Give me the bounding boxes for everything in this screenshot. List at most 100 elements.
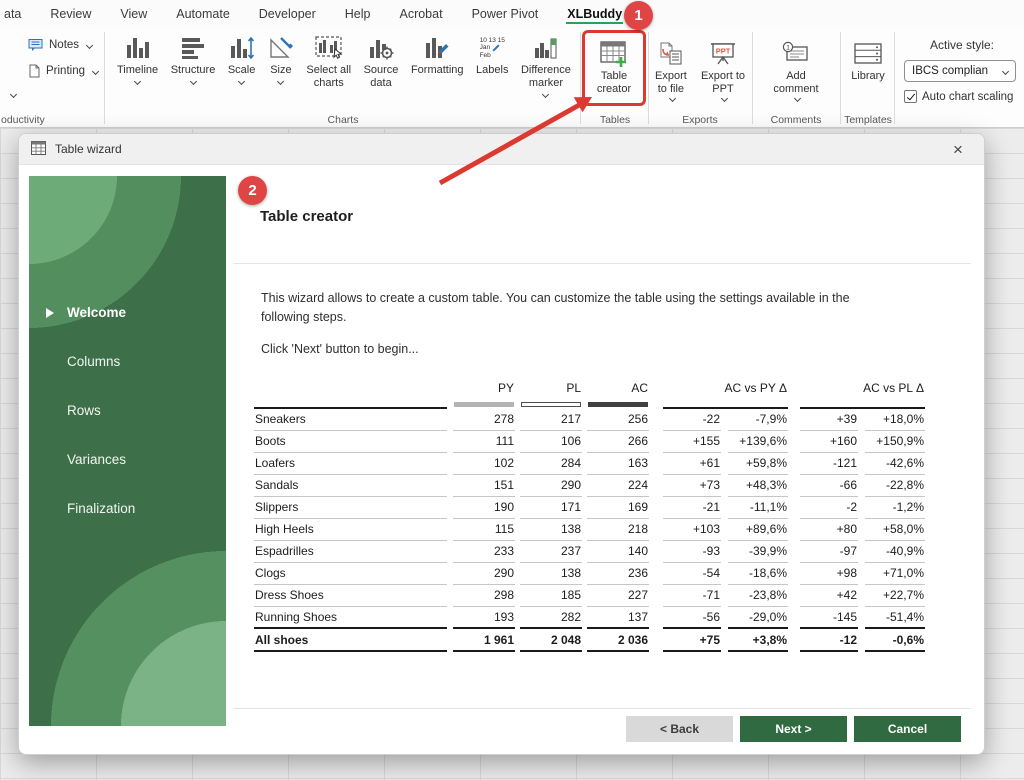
table-cell: 193 bbox=[453, 606, 515, 628]
table-cell: +73 bbox=[663, 474, 721, 496]
labels-button[interactable]: 10 13 15 Jan Feb Labels bbox=[473, 30, 511, 97]
table-cell: -51,4% bbox=[865, 606, 925, 628]
table-cell: +98 bbox=[800, 562, 858, 584]
table-cell bbox=[721, 474, 728, 496]
add-comment-icon: 1 bbox=[781, 38, 811, 70]
corner-cell bbox=[254, 377, 447, 399]
timeline-button[interactable]: Timeline bbox=[114, 30, 161, 97]
row-label: Boots bbox=[254, 430, 447, 452]
table-cell: 111 bbox=[453, 430, 515, 452]
chevron-down-icon bbox=[669, 95, 676, 102]
scale-button[interactable]: Scale bbox=[225, 30, 259, 97]
chevron-down-icon bbox=[542, 91, 549, 98]
add-comment-button[interactable]: 1 Add comment bbox=[762, 36, 830, 101]
group-label-exports: Exports bbox=[650, 114, 750, 126]
table-cell bbox=[649, 518, 663, 540]
table-cell: -71 bbox=[663, 584, 721, 606]
menu-tab-developer[interactable]: Developer bbox=[258, 4, 317, 24]
group-label-tables: Tables bbox=[582, 114, 648, 126]
chevron-down-icon bbox=[721, 95, 728, 102]
table-cell bbox=[858, 408, 865, 430]
dialog-title-bar[interactable]: Table wizard bbox=[19, 134, 984, 165]
table-cell: 137 bbox=[587, 606, 649, 628]
table-cell bbox=[721, 606, 728, 628]
chevron-down-icon[interactable] bbox=[10, 91, 17, 98]
annotation-badge-1: 1 bbox=[624, 1, 653, 30]
menu-tab-ata[interactable]: ata bbox=[3, 4, 22, 24]
row-label: Sneakers bbox=[254, 408, 447, 430]
menu-tab-acrobat[interactable]: Acrobat bbox=[398, 4, 443, 24]
sidebar-item-label: Welcome bbox=[67, 305, 126, 320]
chevron-down-icon bbox=[134, 78, 141, 85]
sidebar-item-finalization[interactable]: Finalization bbox=[29, 484, 226, 533]
menu-tab-help[interactable]: Help bbox=[344, 4, 372, 24]
table-cell bbox=[649, 408, 663, 430]
select-all-charts-button[interactable]: Select all charts bbox=[303, 30, 354, 97]
chevron-down-icon bbox=[277, 78, 284, 85]
menu-tab-automate[interactable]: Automate bbox=[175, 4, 231, 24]
table-cell: -18,6% bbox=[728, 562, 788, 584]
table-cell: 266 bbox=[587, 430, 649, 452]
group-label-comments: Comments bbox=[754, 114, 838, 126]
table-cell: 169 bbox=[587, 496, 649, 518]
source-data-button[interactable]: Source data bbox=[361, 30, 402, 97]
formatting-button[interactable]: Formatting bbox=[408, 30, 467, 97]
table-cell bbox=[649, 496, 663, 518]
menu-tab-review[interactable]: Review bbox=[49, 4, 92, 24]
label-underline bbox=[254, 399, 447, 408]
row-label: Loafers bbox=[254, 452, 447, 474]
auto-chart-scaling-label: Auto chart scaling bbox=[922, 91, 1013, 103]
excel-tab-bar: ata Review View Automate Developer Help Acroba… bbox=[0, 0, 1024, 28]
table-cell: -7,9% bbox=[728, 408, 788, 430]
ribbon-group-style: Active style: IBCS complian Auto chart s… bbox=[898, 28, 1024, 128]
active-style-dropdown[interactable]: IBCS complian bbox=[904, 60, 1016, 82]
sidebar-item-variances[interactable]: Variances bbox=[29, 435, 226, 484]
sidebar-item-welcome[interactable]: Welcome bbox=[29, 288, 226, 337]
table-cell bbox=[858, 628, 865, 651]
table-cell: +61 bbox=[663, 452, 721, 474]
printing-button[interactable]: Printing bbox=[28, 64, 98, 78]
table-cell: 102 bbox=[453, 452, 515, 474]
col-header-ac: AC bbox=[587, 377, 649, 399]
table-cell: 217 bbox=[520, 408, 582, 430]
labels-icon: 10 13 15 Jan Feb bbox=[480, 32, 505, 64]
difference-marker-button[interactable]: Difference marker bbox=[518, 30, 574, 97]
notes-button[interactable]: Notes bbox=[28, 38, 92, 52]
chevron-down-icon bbox=[189, 78, 196, 85]
auto-chart-scaling-checkbox[interactable] bbox=[904, 90, 917, 103]
annotation-highlight-box bbox=[582, 30, 646, 106]
back-button[interactable]: < Back bbox=[626, 716, 733, 742]
ribbon-group-templates: Library Templates bbox=[842, 28, 894, 128]
structure-button[interactable]: Structure bbox=[168, 30, 219, 97]
menu-tab-xlbuddy[interactable]: XLBuddy bbox=[566, 4, 623, 24]
cancel-button[interactable]: Cancel bbox=[854, 716, 961, 742]
active-step-arrow-icon bbox=[46, 308, 54, 318]
table-cell bbox=[788, 562, 800, 584]
group-divider bbox=[648, 32, 649, 124]
size-button[interactable]: Size bbox=[265, 30, 297, 97]
table-cell: 278 bbox=[453, 408, 515, 430]
chevron-down-icon bbox=[86, 41, 93, 48]
library-button[interactable]: Library bbox=[844, 36, 892, 83]
table-cell bbox=[858, 606, 865, 628]
sidebar-item-rows[interactable]: Rows bbox=[29, 386, 226, 435]
table-row: Clogs290138236-54-18,6%+98+71,0% bbox=[254, 562, 925, 584]
table-preview: PYPLACAC vs PY ΔAC vs PL ΔSneakers278217… bbox=[254, 377, 925, 652]
wizard-intro-text: This wizard allows to create a custom ta… bbox=[261, 289, 879, 327]
export-to-ppt-button[interactable]: PPT Export to PPT bbox=[698, 36, 748, 101]
table-row: Sandals151290224+73+48,3%-66-22,8% bbox=[254, 474, 925, 496]
close-icon[interactable]: × bbox=[946, 138, 970, 162]
group-divider bbox=[894, 32, 895, 124]
table-cell bbox=[721, 408, 728, 430]
export-to-file-button[interactable]: Export to file bbox=[652, 36, 690, 101]
group-divider bbox=[752, 32, 753, 124]
table-cell: -54 bbox=[663, 562, 721, 584]
next-button[interactable]: Next > bbox=[740, 716, 847, 742]
table-cell: 138 bbox=[520, 518, 582, 540]
svg-text:PPT: PPT bbox=[716, 47, 731, 56]
table-cell: -121 bbox=[800, 452, 858, 474]
menu-tab-view[interactable]: View bbox=[119, 4, 148, 24]
menu-tab-power-pivot[interactable]: Power Pivot bbox=[471, 4, 540, 24]
table-cell: 185 bbox=[520, 584, 582, 606]
sidebar-item-columns[interactable]: Columns bbox=[29, 337, 226, 386]
